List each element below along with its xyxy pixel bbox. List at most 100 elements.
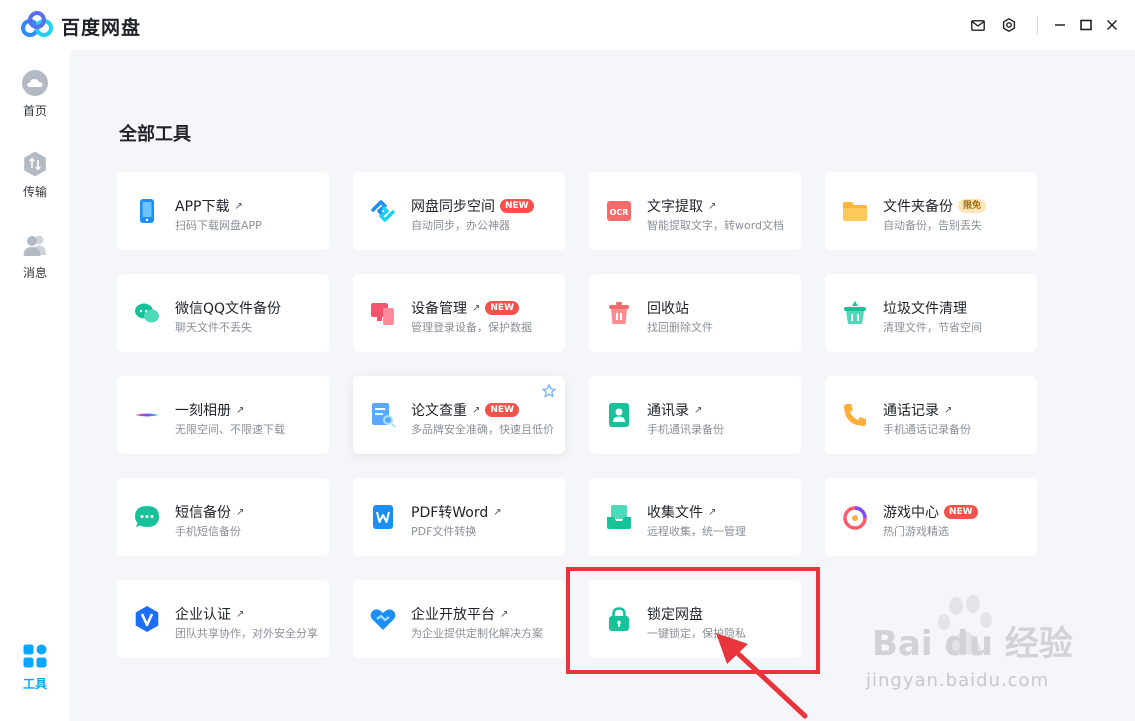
external-link-icon: ↗ <box>944 404 953 416</box>
sidebar-item-label: 工具 <box>22 677 47 691</box>
tool-pdf-to-word[interactable]: PDF转Word ↗ PDF文件转换 <box>353 478 565 556</box>
tool-game-center[interactable]: 游戏中心 NEW 热门游戏精选 <box>825 478 1037 556</box>
tool-name: 文字提取 <box>647 199 703 215</box>
tool-call-log[interactable]: 通话记录 ↗ 手机通话记录备份 <box>825 376 1037 454</box>
tool-description: 找回删除文件 <box>647 321 713 334</box>
baidu-netdisk-logo-icon <box>21 11 53 37</box>
tool-name: 收集文件 <box>647 505 703 521</box>
tool-description: 手机通话记录备份 <box>883 423 971 436</box>
sidebar-item-label: 消息 <box>22 266 47 280</box>
tool-text-extract[interactable]: OCR 文字提取 ↗ 智能提取文字，转word文档 <box>589 172 801 250</box>
tool-name: 微信QQ文件备份 <box>175 301 282 317</box>
tool-name: 一刻相册 <box>175 403 231 419</box>
tool-moment-album[interactable]: 一刻相册 ↗ 无限空间、不限速下载 <box>117 376 329 454</box>
tool-paper-check[interactable]: 论文查重 ↗ NEW 多品牌安全准确，快速且低价 <box>353 376 565 454</box>
phone-icon <box>140 199 154 223</box>
tool-name: 设备管理 <box>411 301 467 317</box>
tool-description: 热门游戏精选 <box>883 525 949 538</box>
external-link-icon: ↗ <box>694 404 703 416</box>
tool-name: 回收站 <box>647 301 689 317</box>
word-doc-icon <box>373 505 393 529</box>
settings-icon[interactable] <box>1000 16 1018 34</box>
tool-description: 聊天文件不丢失 <box>175 321 252 334</box>
tool-description: 远程收集，统一管理 <box>647 525 746 538</box>
sidebar-item-messages[interactable]: 消息 <box>0 232 70 281</box>
tool-name: APP下载 <box>175 199 230 215</box>
star-icon[interactable] <box>542 384 556 398</box>
sidebar-item-label: 首页 <box>22 104 47 118</box>
inbox-icon <box>607 505 631 529</box>
maximize-icon[interactable] <box>1077 16 1095 34</box>
tool-name: 网盘同步空间 <box>411 199 495 215</box>
chat-bubbles-icon <box>135 303 159 323</box>
cloud-icon <box>22 70 48 96</box>
section-title: 全部工具 <box>119 124 191 145</box>
contacts-icon <box>609 403 629 427</box>
sidebar-item-home[interactable]: 首页 <box>0 70 70 119</box>
message-icon <box>135 506 159 527</box>
tool-description: 清理文件，节省空间 <box>883 321 982 334</box>
phone-call-icon <box>844 404 866 426</box>
tool-description: 无限空间、不限速下载 <box>175 423 285 436</box>
album-stroke-icon <box>135 413 159 417</box>
tool-name: 游戏中心 <box>883 505 939 521</box>
free-badge: 限免 <box>958 199 987 213</box>
tool-description: 管理登录设备，保护数据 <box>411 321 532 334</box>
svg-text:OCR: OCR <box>610 208 629 217</box>
users-icon <box>23 235 46 256</box>
tool-contacts[interactable]: 通讯录 ↗ 手机通讯录备份 <box>589 376 801 454</box>
external-link-icon: ↗ <box>472 302 481 314</box>
external-link-icon: ↗ <box>236 608 245 620</box>
tool-wechat-qq-backup[interactable]: 微信QQ文件备份 聊天文件不丢失 <box>117 274 329 352</box>
new-badge: NEW <box>485 403 519 417</box>
devices-icon <box>371 303 394 325</box>
external-link-icon: ↗ <box>236 404 245 416</box>
tool-folder-backup[interactable]: 文件夹备份 限免 自动备份，告别丢失 <box>825 172 1037 250</box>
close-icon[interactable] <box>1103 16 1121 34</box>
tool-enterprise-platform[interactable]: 企业开放平台 ↗ 为企业提供定制化解决方案 <box>353 580 565 658</box>
cleaner-icon <box>844 301 866 324</box>
tool-enterprise-verify[interactable]: 企业认证 ↗ 团队共享协作，对外安全分享 <box>117 580 329 658</box>
verified-v-icon <box>135 606 159 632</box>
tool-description: 智能提取文字，转word文档 <box>647 219 785 232</box>
new-badge: NEW <box>485 301 519 315</box>
watermark-url: jingyan.baidu.com <box>866 670 1050 691</box>
minimize-icon[interactable] <box>1051 16 1069 34</box>
tool-junk-cleanup[interactable]: 垃圾文件清理 清理文件，节省空间 <box>825 274 1037 352</box>
tool-description: 手机通讯录备份 <box>647 423 724 436</box>
tool-name: 通讯录 <box>647 403 689 419</box>
tool-name: 文件夹备份 <box>883 199 953 215</box>
sidebar-item-transfer[interactable]: 传输 <box>0 151 70 200</box>
external-link-icon: ↗ <box>493 506 502 518</box>
tool-description: 多品牌安全准确，快速且低价 <box>411 423 554 436</box>
mail-icon[interactable] <box>969 16 987 34</box>
title-bar-divider <box>1037 16 1038 34</box>
tool-name: PDF转Word <box>411 505 489 521</box>
new-badge: NEW <box>500 199 534 213</box>
tool-description: PDF文件转换 <box>411 525 477 538</box>
app-title: 百度网盘 <box>61 17 142 39</box>
apps-icon <box>23 644 47 668</box>
ocr-icon: OCR <box>607 201 631 221</box>
external-link-icon: ↗ <box>472 404 481 416</box>
tool-sms-backup[interactable]: 短信备份 ↗ 手机短信备份 <box>117 478 329 556</box>
external-link-icon: ↗ <box>234 200 243 212</box>
tool-description: 手机短信备份 <box>175 525 241 538</box>
handshake-heart-icon <box>370 609 396 630</box>
game-icon <box>843 506 867 530</box>
tool-collect-files[interactable]: 收集文件 ↗ 远程收集，统一管理 <box>589 478 801 556</box>
tool-app-download[interactable]: APP下载 ↗ 扫码下载网盘APP <box>117 172 329 250</box>
document-search-icon <box>372 403 396 428</box>
tool-name: 垃圾文件清理 <box>883 301 967 317</box>
sidebar-item-tools[interactable]: 工具 <box>0 643 70 692</box>
sync-icon <box>370 200 396 222</box>
tool-name: 企业认证 <box>175 607 231 623</box>
annotation-arrow-icon <box>716 633 808 719</box>
sidebar: 首页 传输 消息 工具 <box>0 50 70 721</box>
tool-device-management[interactable]: 设备管理 ↗ NEW 管理登录设备，保护数据 <box>353 274 565 352</box>
tool-sync-space[interactable]: 网盘同步空间 NEW 自动同步，办公神器 <box>353 172 565 250</box>
new-badge: NEW <box>944 505 978 519</box>
folder-icon <box>843 202 867 221</box>
tool-name: 企业开放平台 <box>411 607 495 623</box>
tool-recycle-bin[interactable]: 回收站 找回删除文件 <box>589 274 801 352</box>
